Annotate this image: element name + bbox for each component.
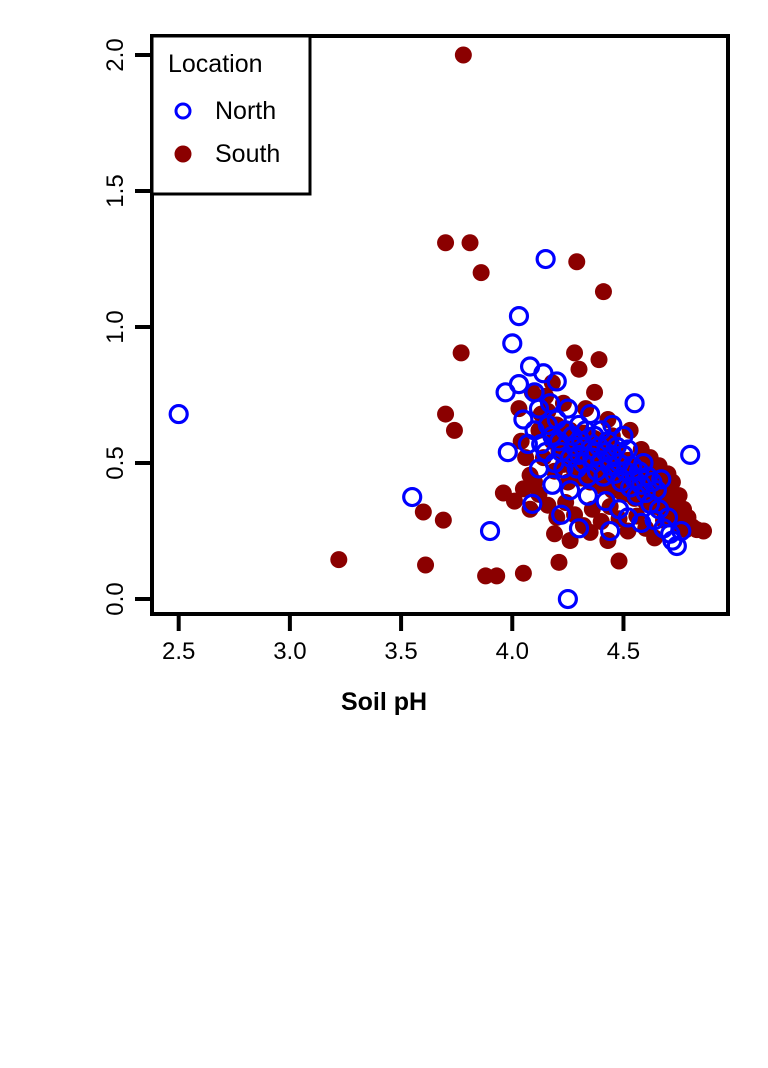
y-tick-label: 1.5	[102, 174, 129, 208]
x-tick-label: 3.0	[273, 638, 307, 665]
x-tick-label: 4.5	[606, 638, 641, 665]
legend-label-south: South	[215, 140, 281, 168]
x-tick-label: 4.0	[495, 638, 529, 665]
legend-label-north: North	[215, 97, 277, 125]
scatter-plot-figure: 2.5 3.0 3.5 4.0 4.5 0.0 0.5 1.0 1.5 2.0 Soil pH …	[0, 0, 768, 768]
y-tick-label: 0.5	[102, 446, 129, 480]
y-tick-label: 1.0	[102, 310, 129, 344]
y-tick-label: 2.0	[102, 38, 129, 72]
x-tick-label: 2.5	[161, 638, 196, 665]
x-axis-title: Soil pH	[340, 688, 428, 716]
y-tick-label: 0.0	[102, 582, 129, 616]
y-axis-ticks	[135, 53, 152, 602]
legend-title: Location	[168, 50, 263, 78]
x-tick-label: 3.5	[384, 638, 418, 665]
x-axis-ticks	[176, 614, 626, 631]
